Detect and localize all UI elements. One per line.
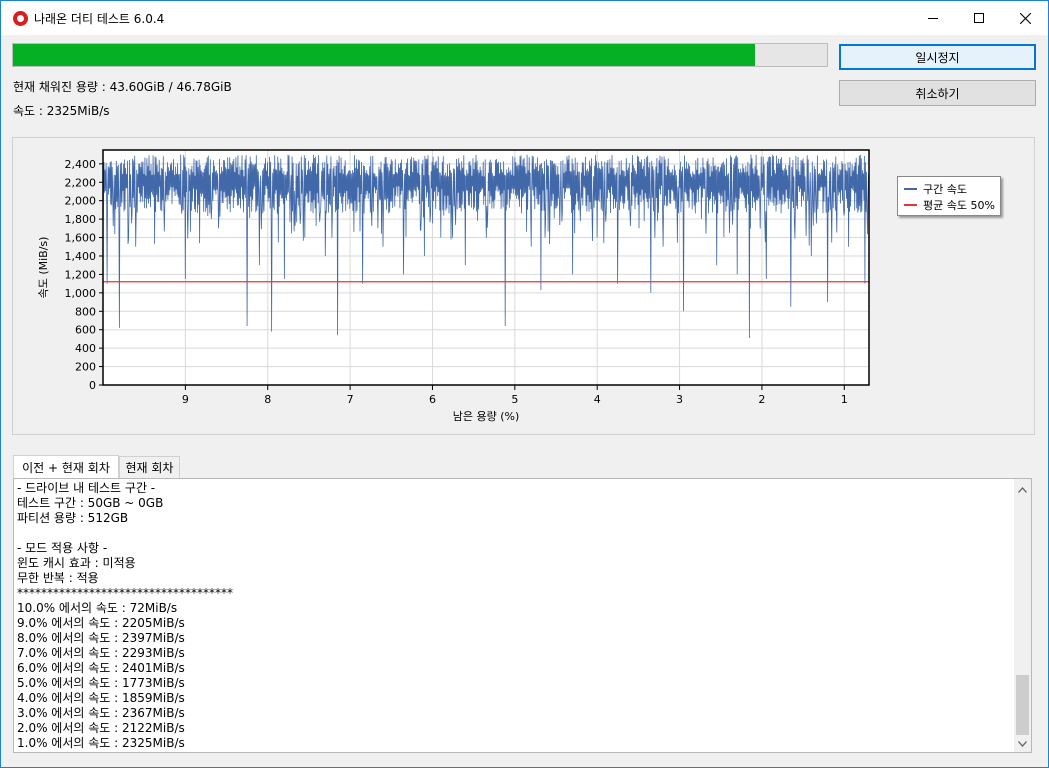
y-tick-label: 1,600 [65, 232, 97, 245]
log-line: 무한 반복 : 적용 [17, 571, 99, 585]
x-tick-label: 5 [511, 393, 518, 406]
scroll-up-button[interactable] [1014, 481, 1031, 498]
log-line: 9.0% 에서의 속도 : 2205MiB/s [17, 616, 185, 630]
x-tick-label: 8 [264, 393, 271, 406]
x-tick-label: 3 [676, 393, 683, 406]
app-logo-icon [13, 11, 28, 26]
legend-item-interval-speed: 구간 속도 [904, 182, 967, 196]
speed-text: 속도 : 2325MiB/s [13, 104, 110, 118]
log-line: 1.0% 에서의 속도 : 2325MiB/s [17, 736, 185, 750]
legend-label-interval-speed: 구간 속도 [923, 183, 967, 196]
log-line: 테스트 구간 : 50GB ~ 0GB [17, 496, 164, 510]
y-tick-label: 1,200 [65, 268, 97, 281]
close-button[interactable] [1002, 1, 1048, 35]
y-tick-label: 2,000 [65, 195, 97, 208]
test-progress-bar [12, 43, 828, 67]
log-line: - 드라이브 내 테스트 구간 - [17, 481, 156, 495]
y-tick-label: 200 [75, 361, 96, 374]
x-tick-label: 7 [347, 393, 354, 406]
legend-item-average-speed: 평균 속도 50% [904, 198, 995, 212]
legend-label-average-speed: 평균 속도 50% [923, 199, 995, 212]
y-tick-label: 400 [75, 342, 96, 355]
log-line: 5.0% 에서의 속도 : 1773MiB/s [17, 676, 185, 690]
chart-legend: 구간 속도 평균 속도 50% [897, 176, 1001, 216]
x-tick-label: 1 [841, 393, 848, 406]
y-tick-label: 800 [75, 305, 96, 318]
y-tick-label: 1,000 [65, 287, 97, 300]
filled-capacity-text: 현재 채워진 용량 : 43.60GiB / 46.78GiB [13, 80, 232, 94]
x-tick-label: 6 [429, 393, 436, 406]
scroll-thumb[interactable] [1016, 675, 1029, 735]
log-line: - 모드 적용 사항 - [17, 541, 108, 555]
y-tick-label: 600 [75, 324, 96, 337]
log-line: 윈도 캐시 효과 : 미적용 [17, 556, 136, 570]
minimize-icon [928, 18, 938, 19]
maximize-icon [974, 13, 984, 23]
pause-button[interactable]: 일시정지 [839, 44, 1036, 70]
title-bar[interactable]: 나래온 더티 테스트 6.0.4 [1, 1, 1048, 35]
log-line: 8.0% 에서의 속도 : 2397MiB/s [17, 631, 185, 645]
log-line: 6.0% 에서의 속도 : 2401MiB/s [17, 661, 185, 675]
y-tick-label: 0 [89, 379, 96, 392]
progress-fill [13, 44, 755, 66]
log-line: 3.0% 에서의 속도 : 2367MiB/s [17, 706, 185, 720]
y-tick-label: 2,400 [65, 158, 97, 171]
log-line: ************************************ [17, 586, 233, 600]
log-line: 7.0% 에서의 속도 : 2293MiB/s [17, 646, 185, 660]
log-line: 10.0% 에서의 속도 : 72MiB/s [17, 601, 178, 615]
x-tick-label: 4 [594, 393, 601, 406]
y-tick-label: 1,400 [65, 250, 97, 263]
tab-previous-and-current[interactable]: 이전 + 현재 회차 [13, 455, 119, 479]
close-icon [1019, 12, 1031, 24]
log-scrollbar[interactable] [1014, 479, 1031, 752]
x-tick-label: 2 [758, 393, 765, 406]
legend-swatch-average-speed [904, 204, 917, 206]
log-lines: - 드라이브 내 테스트 구간 - 테스트 구간 : 50GB ~ 0GB 파티션 … [17, 481, 1012, 751]
log-line: 2.0% 에서의 속도 : 2122MiB/s [17, 721, 185, 735]
minimize-button[interactable] [910, 1, 956, 35]
log-line: 파티션 용량 : 512GB [17, 511, 129, 525]
tab-current[interactable]: 현재 회차 [119, 456, 180, 478]
app-window: 나래온 더티 테스트 6.0.4 일시정지 취소하기 현재 채워진 용량 : 4… [0, 0, 1049, 768]
x-axis-label: 남은 용량 (%) [453, 410, 520, 423]
y-axis-label: 속도 (MiB/s) [37, 237, 50, 299]
scroll-up-arrow-icon [1018, 486, 1027, 493]
log-line: 4.0% 에서의 속도 : 1859MiB/s [17, 691, 185, 705]
window-title: 나래온 더티 테스트 6.0.4 [34, 12, 165, 26]
speed-chart-panel: 0 200 400 600 800 1,000 1,200 1,400 1,600 1,800 2,… [12, 137, 1035, 435]
cancel-button[interactable]: 취소하기 [839, 80, 1036, 106]
y-tick-label: 2,200 [65, 176, 97, 189]
maximize-button[interactable] [956, 1, 1002, 35]
scroll-down-arrow-icon [1018, 740, 1027, 747]
scroll-down-button[interactable] [1014, 735, 1031, 752]
legend-swatch-interval-speed [904, 188, 917, 190]
y-tick-label: 1,800 [65, 213, 97, 226]
speed-chart: 0 200 400 600 800 1,000 1,200 1,400 1,600 1,800 2,… [37, 149, 870, 423]
x-tick-label: 9 [182, 393, 189, 406]
log-output-box[interactable]: - 드라이브 내 테스트 구간 - 테스트 구간 : 50GB ~ 0GB 파티션 … [13, 478, 1032, 753]
